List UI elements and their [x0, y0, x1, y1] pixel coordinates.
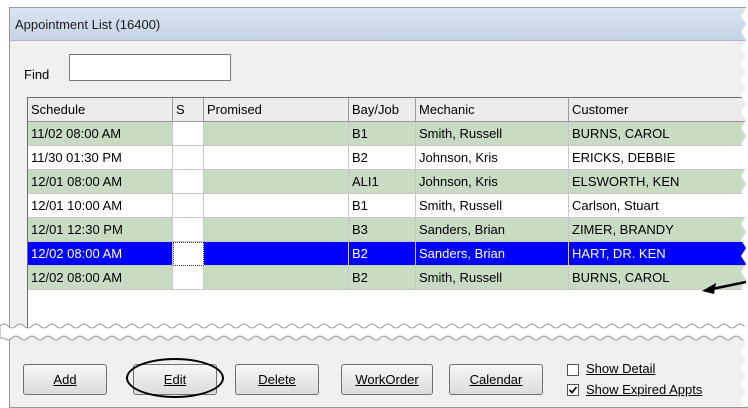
title-bar: Appointment List (16400)	[10, 8, 748, 41]
show-detail-label: Show Detail	[586, 361, 656, 376]
cell-s[interactable]	[173, 218, 204, 242]
cell-customer[interactable]: HART, DR. KEN	[569, 242, 748, 266]
col-header-bay-job[interactable]: Bay/Job	[349, 98, 416, 121]
cell-schedule[interactable]: 12/01 10:00 AM	[28, 194, 173, 218]
col-header-s[interactable]: S	[173, 98, 204, 121]
delete-button[interactable]: Delete	[235, 364, 319, 395]
cell-promised[interactable]	[204, 170, 349, 194]
cell-mechanic[interactable]: Smith, Russell	[416, 266, 569, 290]
cell-customer[interactable]: ZIMER, BRANDY	[569, 218, 748, 242]
col-header-customer[interactable]: Customer	[569, 98, 748, 121]
cell-mechanic[interactable]: Sanders, Brian	[416, 242, 569, 266]
cell-mechanic[interactable]: Smith, Russell	[416, 194, 569, 218]
cell-mechanic[interactable]: Sanders, Brian	[416, 218, 569, 242]
cell-bay-job[interactable]: B1	[349, 122, 416, 146]
cell-bay-job[interactable]: B2	[349, 266, 416, 290]
torn-edge-graphic	[0, 323, 748, 341]
checkmark-icon	[568, 386, 578, 394]
show-detail-checkbox[interactable]	[567, 364, 579, 376]
table-row[interactable]: 11/02 08:00 AM B1 Smith, Russell BURNS, CAR…	[28, 122, 748, 146]
cell-customer[interactable]: ERICKS, DEBBIE	[569, 146, 748, 170]
cell-s[interactable]	[173, 146, 204, 170]
cell-s[interactable]	[173, 194, 204, 218]
table-row[interactable]: 12/02 08:00 AM B2 Smith, Russell BURNS, CAR…	[28, 266, 748, 290]
show-expired-checkbox[interactable]	[567, 384, 579, 396]
arrow-left-icon	[702, 280, 747, 294]
cell-bay-job[interactable]: B2	[349, 146, 416, 170]
show-expired-label: Show Expired Appts	[586, 382, 703, 397]
cell-promised[interactable]	[204, 194, 349, 218]
cell-promised[interactable]	[204, 266, 349, 290]
appointment-grid[interactable]: Schedule S Promised Bay/Job Mechanic Cus…	[27, 97, 748, 333]
cell-promised[interactable]	[204, 242, 349, 266]
col-header-mechanic[interactable]: Mechanic	[416, 98, 569, 121]
cell-s[interactable]	[173, 242, 204, 266]
cell-schedule[interactable]: 11/30 01:30 PM	[28, 146, 173, 170]
table-row[interactable]: 12/01 08:00 AM ALI1 Johnson, Kris ELSWORTH,…	[28, 170, 748, 194]
cell-mechanic[interactable]: Johnson, Kris	[416, 170, 569, 194]
cell-promised[interactable]	[204, 218, 349, 242]
cell-s[interactable]	[173, 266, 204, 290]
cell-bay-job[interactable]: B3	[349, 218, 416, 242]
cell-schedule[interactable]: 12/01 12:30 PM	[28, 218, 173, 242]
cell-bay-job[interactable]: ALI1	[349, 170, 416, 194]
find-label: Find	[24, 67, 50, 82]
edit-highlight-oval	[126, 358, 224, 398]
cell-customer[interactable]: ELSWORTH, KEN	[569, 170, 748, 194]
grid-header: Schedule S Promised Bay/Job Mechanic Cus…	[28, 98, 748, 122]
cell-mechanic[interactable]: Johnson, Kris	[416, 146, 569, 170]
cell-bay-job[interactable]: B1	[349, 194, 416, 218]
add-button[interactable]: Add	[23, 364, 107, 395]
window-title: Appointment List (16400)	[15, 17, 161, 32]
table-row[interactable]: 12/01 12:30 PM B3 Sanders, Brian ZIMER, BRA…	[28, 218, 748, 242]
appointment-list-window: Appointment List (16400) Find Schedule S…	[9, 7, 748, 408]
cell-schedule[interactable]: 12/02 08:00 AM	[28, 266, 173, 290]
workorder-button[interactable]: WorkOrder	[341, 364, 433, 395]
cell-s[interactable]	[173, 122, 204, 146]
col-header-promised[interactable]: Promised	[204, 98, 349, 121]
find-input[interactable]	[69, 54, 231, 81]
cell-promised[interactable]	[204, 146, 349, 170]
table-row[interactable]: 12/02 08:00 AM B2 Sanders, Brian HART, DR. …	[28, 242, 748, 266]
table-row[interactable]: 12/01 10:00 AM B1 Smith, Russell Carlson, S…	[28, 194, 748, 218]
cell-schedule[interactable]: 12/01 08:00 AM	[28, 170, 173, 194]
right-torn-edge-graphic	[741, 0, 748, 406]
cell-mechanic[interactable]: Smith, Russell	[416, 122, 569, 146]
col-header-schedule[interactable]: Schedule	[28, 98, 173, 121]
cell-schedule[interactable]: 12/02 08:00 AM	[28, 242, 173, 266]
cell-schedule[interactable]: 11/02 08:00 AM	[28, 122, 173, 146]
table-row[interactable]: 11/30 01:30 PM B2 Johnson, Kris ERICKS, DEB…	[28, 146, 748, 170]
cell-customer[interactable]: Carlson, Stuart	[569, 194, 748, 218]
cell-s[interactable]	[173, 170, 204, 194]
cell-promised[interactable]	[204, 122, 349, 146]
cell-customer[interactable]: BURNS, CAROL	[569, 122, 748, 146]
cell-bay-job[interactable]: B2	[349, 242, 416, 266]
calendar-button[interactable]: Calendar	[449, 364, 543, 395]
